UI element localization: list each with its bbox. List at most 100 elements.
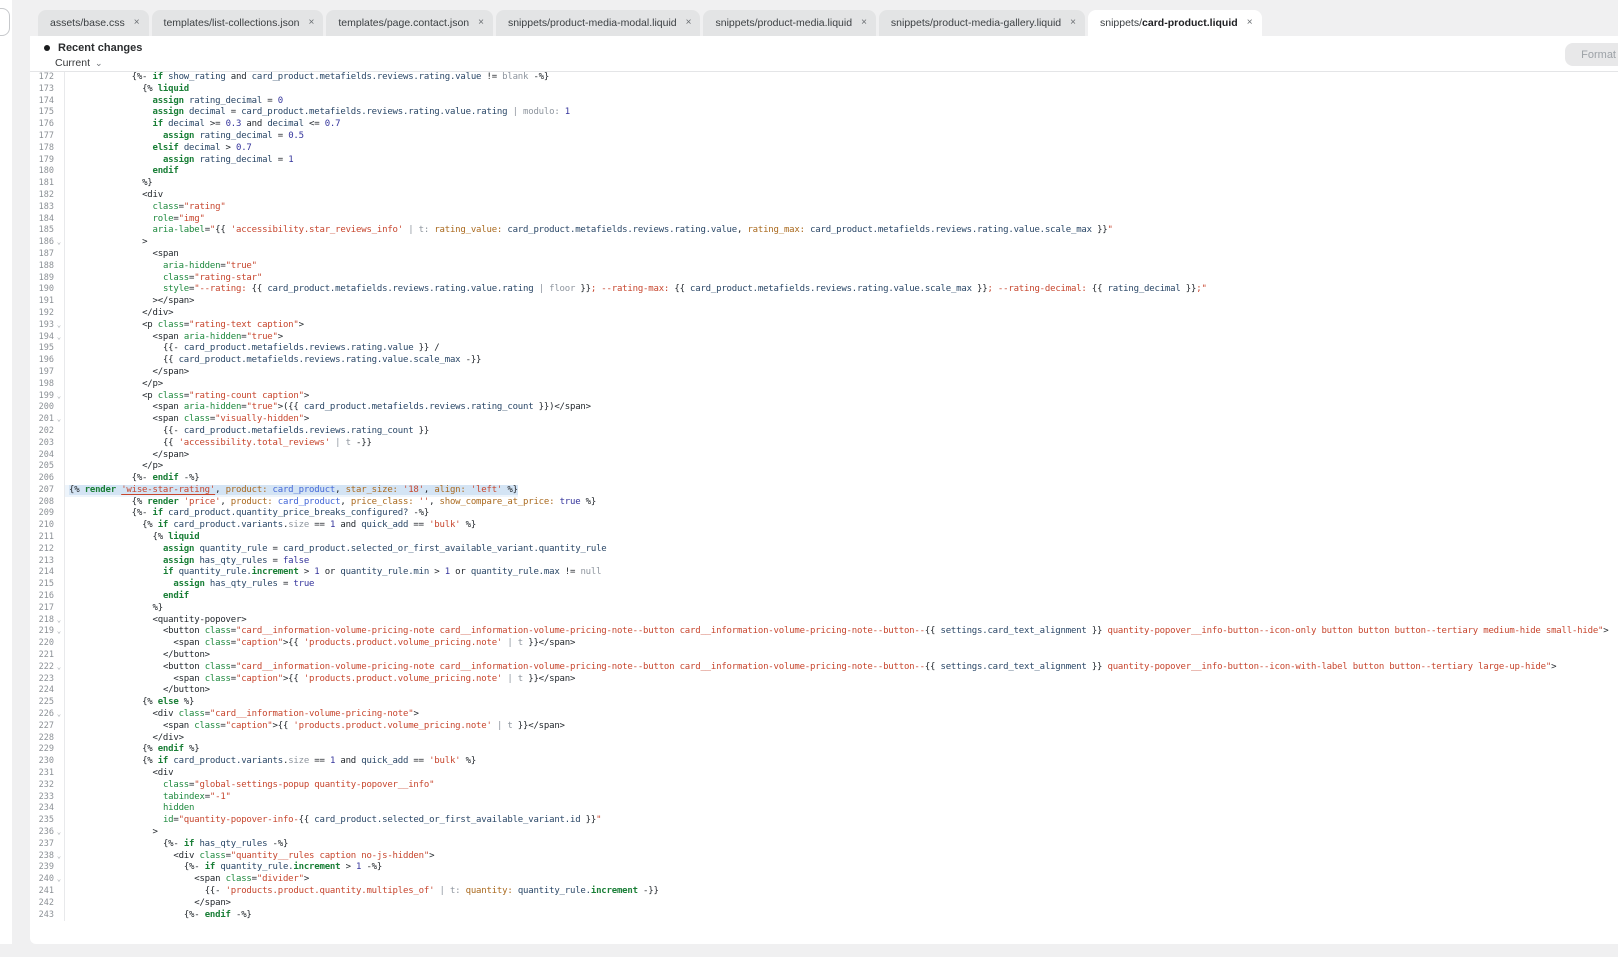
code-line[interactable]: 232 class="global-settings-popup quantit… [30, 779, 1618, 792]
code-line[interactable]: 178 elsif decimal > 0.7 [30, 142, 1618, 155]
code-text[interactable]: {{ 'accessibility.total_reviews' | t -}} [65, 438, 372, 450]
tab[interactable]: templates/list-collections.json × [151, 10, 324, 36]
code-text[interactable]: if quantity_rule.increment > 1 or quanti… [65, 567, 602, 579]
code-text[interactable]: <span [65, 249, 179, 261]
code-line[interactable]: 241 {{- 'products.product.quantity.multi… [30, 885, 1618, 898]
code-text[interactable]: </button> [65, 685, 210, 697]
code-line[interactable]: 242 </span> [30, 897, 1618, 910]
code-line[interactable]: 196 {{ card_product.metafields.reviews.r… [30, 355, 1618, 367]
code-line[interactable]: 220 <span class="caption">{{ 'products.p… [30, 638, 1618, 651]
code-line[interactable]: 199 ⌄ <p class="rating-count caption"> [30, 390, 1618, 403]
code-text[interactable]: style="--rating: {{ card_product.metafie… [65, 284, 1207, 296]
code-line[interactable]: 184 role="img" [30, 213, 1618, 226]
code-line[interactable]: 217 %} [30, 602, 1618, 615]
code-text[interactable]: assign has_qty_rules = false [65, 556, 309, 568]
code-text[interactable]: <span aria-hidden="true"> [65, 332, 284, 344]
fold-chevron-icon[interactable]: ⌄ [54, 615, 64, 627]
code-line[interactable]: 175 assign decimal = card_product.metafi… [30, 107, 1618, 120]
code-line[interactable]: 233 tabindex="-1" [30, 791, 1618, 804]
code-text[interactable]: </span> [65, 450, 190, 462]
code-line[interactable]: 216 endif [30, 591, 1618, 603]
code-line[interactable]: 213 assign has_qty_rules = false [30, 555, 1618, 568]
code-text[interactable]: assign rating_decimal = 0 [65, 96, 284, 108]
code-text[interactable]: assign has_qty_rules = true [65, 579, 314, 591]
code-text[interactable]: <div [65, 768, 174, 780]
code-line[interactable]: 179 assign rating_decimal = 1 [30, 154, 1618, 167]
code-line[interactable]: 194 ⌄ <span aria-hidden="true"> [30, 331, 1618, 344]
code-text[interactable]: {%- endif -%} [65, 473, 200, 485]
code-line[interactable]: 185 aria-label="{{ 'accessibility.star_r… [30, 225, 1618, 238]
code-text[interactable]: assign rating_decimal = 1 [65, 155, 294, 167]
code-line[interactable]: 190 style="--rating: {{ card_product.met… [30, 284, 1618, 297]
code-text[interactable]: %} [65, 178, 153, 190]
code-text[interactable]: </button> [65, 650, 210, 662]
code-text[interactable]: {% liquid [65, 84, 189, 96]
code-line[interactable]: 239 {%- if quantity_rule.increment > 1 -… [30, 862, 1618, 875]
code-line[interactable]: 228 </div> [30, 732, 1618, 745]
code-text[interactable]: aria-hidden="true" [65, 261, 257, 273]
code-line[interactable]: 189 class="rating-star" [30, 272, 1618, 285]
code-text[interactable]: hidden [65, 803, 195, 815]
fold-chevron-icon[interactable]: ⌄ [54, 709, 64, 721]
tab[interactable]: snippets/product-media.liquid × [703, 10, 876, 36]
code-text[interactable]: </p> [65, 461, 163, 473]
code-text[interactable]: <div class="quantity__rules caption no-j… [65, 851, 434, 863]
code-line[interactable]: 235 id="quantity-popover-info-{{ card_pr… [30, 815, 1618, 827]
code-text[interactable]: <span aria-hidden="true">({{ card_produc… [65, 402, 592, 414]
code-line[interactable]: 231 <div [30, 768, 1618, 780]
code-text[interactable]: {{ card_product.metafields.reviews.ratin… [65, 355, 482, 367]
code-area[interactable]: 172 {%- if show_rating and card_product.… [30, 72, 1618, 944]
code-line[interactable]: 215 assign has_qty_rules = true [30, 579, 1618, 592]
code-text[interactable]: {%- if card_product.quantity_price_break… [65, 508, 430, 520]
code-line[interactable]: 240 ⌄ <span class="divider"> [30, 874, 1618, 886]
code-text[interactable]: endif [65, 166, 179, 178]
code-line[interactable]: 182 <div [30, 189, 1618, 202]
code-line[interactable]: 198 </p> [30, 378, 1618, 391]
code-text[interactable]: {{- card_product.metafields.reviews.rati… [65, 343, 440, 355]
code-text[interactable]: </div> [65, 308, 174, 320]
code-text[interactable]: <span class="divider"> [65, 874, 309, 886]
code-line[interactable]: 202 {{- card_product.metafields.reviews.… [30, 425, 1618, 438]
code-text[interactable]: if decimal >= 0.3 and decimal <= 0.7 [65, 119, 341, 131]
tab-close-icon[interactable]: × [309, 18, 315, 28]
code-line[interactable]: 186 ⌄ > [30, 237, 1618, 249]
code-text[interactable]: </span> [65, 367, 190, 379]
code-text[interactable]: <span class="caption">{{ 'products.produ… [65, 638, 575, 650]
tab[interactable]: assets/base.css × [38, 10, 149, 36]
code-text[interactable]: <button class="card__information-volume-… [65, 626, 1609, 638]
code-line[interactable]: 225 {% else %} [30, 697, 1618, 710]
code-line[interactable]: 236 ⌄ > [30, 827, 1618, 839]
code-line[interactable]: 214 if quantity_rule.increment > 1 or qu… [30, 567, 1618, 580]
code-line[interactable]: 219 ⌄ <button class="card__information-vo… [30, 626, 1618, 639]
tab-close-icon[interactable]: × [1070, 18, 1076, 28]
fold-chevron-icon[interactable]: ⌄ [54, 320, 64, 332]
code-line[interactable]: 174 assign rating_decimal = 0 [30, 95, 1618, 108]
code-line[interactable]: 192 </div> [30, 307, 1618, 320]
code-line[interactable]: 188 aria-hidden="true" [30, 260, 1618, 273]
code-text[interactable]: <div class="card__information-volume-pri… [65, 709, 419, 721]
fold-chevron-icon[interactable]: ⌄ [54, 851, 64, 863]
code-line[interactable]: 243 {%- endif -%} [30, 909, 1618, 922]
code-text[interactable]: endif [65, 591, 189, 603]
code-text[interactable]: </div> [65, 733, 185, 745]
code-text[interactable]: ></span> [65, 296, 195, 308]
fold-chevron-icon[interactable]: ⌄ [54, 332, 64, 344]
code-line[interactable]: 197 </span> [30, 366, 1618, 379]
code-text[interactable]: assign decimal = card_product.metafields… [65, 107, 571, 119]
code-line[interactable]: 193 ⌄ <p class="rating-text caption"> [30, 319, 1618, 332]
code-line[interactable]: 191 ></span> [30, 296, 1618, 308]
code-text[interactable]: <span class="visually-hidden"> [65, 414, 310, 426]
code-line[interactable]: 212 assign quantity_rule = card_product.… [30, 543, 1618, 556]
code-text[interactable]: id="quantity-popover-info-{{ card_produc… [65, 815, 602, 827]
code-line[interactable]: 230 {% if card_product.variants.size == … [30, 756, 1618, 769]
code-text[interactable]: {% liquid [65, 532, 200, 544]
tab-close-icon[interactable]: × [861, 18, 867, 28]
code-text[interactable]: class="rating" [65, 202, 226, 214]
code-text[interactable]: aria-label="{{ 'accessibility.star_revie… [65, 225, 1113, 237]
code-text[interactable]: <p class="rating-count caption"> [65, 391, 309, 403]
code-line[interactable]: 211 {% liquid [30, 532, 1618, 544]
code-line[interactable]: 210 {% if card_product.variants.size == … [30, 520, 1618, 533]
code-line[interactable]: 208 {% render 'price', product: card_pro… [30, 496, 1618, 509]
code-line[interactable]: 206 {%- endif -%} [30, 473, 1618, 485]
code-line[interactable]: 187 <span [30, 248, 1618, 261]
